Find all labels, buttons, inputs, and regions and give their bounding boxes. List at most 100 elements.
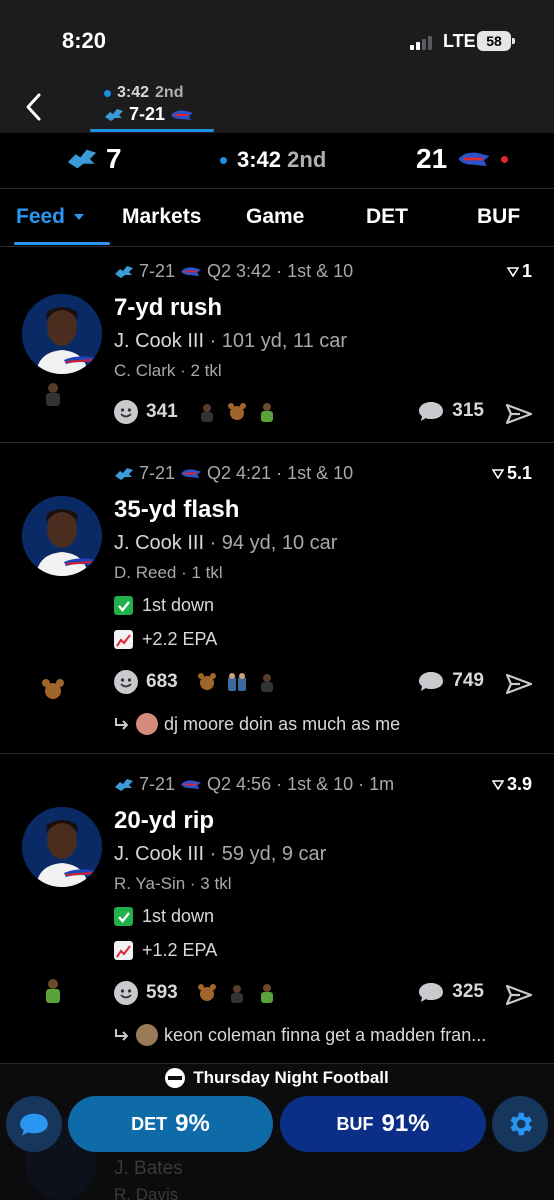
tnf-logo-icon xyxy=(165,1068,186,1088)
player-emoji-icon xyxy=(46,979,60,1003)
buf-market-pct: 91% xyxy=(381,1110,430,1137)
reaction-emoji-icon[interactable] xyxy=(256,401,278,423)
reaction-emoji-icon[interactable] xyxy=(226,671,248,693)
header-clock: 3:42 xyxy=(117,84,150,101)
check-icon xyxy=(114,907,133,926)
tab-markets[interactable]: Markets xyxy=(122,205,201,229)
reaction-emoji-icon[interactable] xyxy=(226,401,248,423)
epa-badge: +1.2 EPA xyxy=(114,940,217,961)
back-icon[interactable] xyxy=(22,92,46,122)
tab-bar: Feed Markets Game DET BUF xyxy=(0,189,554,247)
buf-market-label: BUF xyxy=(336,1113,374,1134)
header-game-clock: 3:42 2nd xyxy=(104,84,183,102)
defender-line: C. Clark · 2 tkl xyxy=(114,361,222,380)
scoreboard: 7 3:42 2nd 21 xyxy=(0,133,554,189)
top-bar: 8:20 LTE 58 3:42 2nd 7-21 xyxy=(0,0,554,133)
bills-logo-icon xyxy=(180,469,202,479)
avatar[interactable] xyxy=(22,294,102,374)
chat-button[interactable] xyxy=(6,1096,62,1152)
reaction-emoji-icon[interactable] xyxy=(196,671,218,693)
live-dot-icon xyxy=(104,89,111,97)
bills-logo-icon xyxy=(171,110,194,120)
reactions[interactable]: 683 xyxy=(114,670,278,694)
top-reply[interactable]: dj moore doin as much as me xyxy=(114,713,400,735)
share-icon[interactable] xyxy=(506,673,532,695)
away-score: 21 xyxy=(416,143,448,174)
play-delta-value: 5.1 xyxy=(506,463,532,483)
reaction-emoji-icon[interactable] xyxy=(256,671,278,693)
avatar[interactable] xyxy=(22,807,102,887)
tab-feed[interactable]: Feed xyxy=(16,205,85,229)
reply-arrow-icon xyxy=(115,718,129,730)
reaction-count: 341 xyxy=(146,401,178,422)
battery-icon: 58 xyxy=(477,31,515,51)
delta-icon xyxy=(491,468,504,479)
reaction-emoji-icon[interactable] xyxy=(196,401,218,423)
broadcast-title: Thursday Night Football xyxy=(0,1068,554,1088)
comment-icon xyxy=(419,983,444,1002)
smile-icon xyxy=(114,670,138,694)
lions-logo-icon xyxy=(115,467,133,480)
play-meta: 7-21 Q2 4:21 · 1st & 10 xyxy=(114,463,353,484)
play-score: 7-21 xyxy=(139,463,176,483)
badge-label: 1st down xyxy=(142,595,215,615)
reaction-count: 593 xyxy=(146,982,178,1003)
reply-avatar xyxy=(136,713,158,735)
play-meta: 7-21 Q2 3:42 · 1st & 10 xyxy=(114,261,353,282)
play-delta-value: 3.9 xyxy=(506,774,532,794)
feed-card[interactable]: 7-21 Q2 3:42 · 1st & 10 1 7-yd rush J. C… xyxy=(0,248,554,443)
share-icon[interactable] xyxy=(506,984,532,1006)
play-delta: 3.9 xyxy=(491,774,532,795)
comments[interactable]: 315 xyxy=(418,400,484,422)
away-team-score: 21 xyxy=(416,143,509,175)
tab-det[interactable]: DET xyxy=(366,205,408,229)
avatar[interactable] xyxy=(22,496,102,576)
comments[interactable]: 325 xyxy=(418,981,484,1003)
broadcast-title-text: Thursday Night Football xyxy=(193,1068,389,1087)
player-name[interactable]: J. Cook III xyxy=(114,843,204,865)
reaction-emoji-icon[interactable] xyxy=(226,982,248,1004)
bills-logo-icon xyxy=(180,780,202,790)
lions-logo-icon xyxy=(67,149,97,169)
play-score: 7-21 xyxy=(139,261,176,281)
comment-icon xyxy=(419,672,444,691)
header-score-text: 7-21 xyxy=(129,104,166,124)
comments[interactable]: 749 xyxy=(418,670,484,692)
play-meta: 7-21 Q2 4:56 · 1st & 10 · 1m xyxy=(114,774,394,795)
player-stats: · 101 yd, 11 car xyxy=(209,330,348,352)
feed-card[interactable]: 7-21 Q2 4:56 · 1st & 10 · 1m 3.9 20-yd r… xyxy=(0,755,554,1064)
reactions[interactable]: 341 xyxy=(114,400,278,424)
tab-buf[interactable]: BUF xyxy=(477,205,520,229)
tab-game[interactable]: Game xyxy=(246,205,304,229)
feed-card[interactable]: 7-21 Q2 4:21 · 1st & 10 5.1 35-yd flash … xyxy=(0,444,554,754)
play-title: 35-yd flash xyxy=(114,496,240,523)
clock-quarter: 2nd xyxy=(287,147,327,172)
player-line: J. Cook III · 94 yd, 10 car xyxy=(114,532,337,555)
status-time: 8:20 xyxy=(62,28,107,53)
player-stats: · 94 yd, 10 car xyxy=(209,532,338,554)
defender-line: R. Ya-Sin · 3 tkl xyxy=(114,874,232,893)
play-situation: Q2 3:42 · 1st & 10 xyxy=(207,261,354,281)
buf-market-button[interactable]: BUF 91% xyxy=(280,1096,486,1152)
chevron-down-icon xyxy=(74,214,85,220)
reaction-emoji-icon[interactable] xyxy=(196,982,218,1004)
tab-feed-label: Feed xyxy=(16,205,66,228)
trend-up-icon xyxy=(114,941,133,960)
player-name[interactable]: J. Cook III xyxy=(114,330,204,352)
top-reply[interactable]: keon coleman finna get a madden fran... xyxy=(114,1024,486,1046)
player-line: J. Cook III · 101 yd, 11 car xyxy=(114,330,347,353)
share-icon[interactable] xyxy=(506,403,532,425)
header-score[interactable]: 7-21 xyxy=(104,104,194,125)
home-score: 7 xyxy=(106,143,122,174)
det-market-button[interactable]: DET 9% xyxy=(68,1096,273,1152)
player-name[interactable]: J. Cook III xyxy=(114,532,204,554)
reaction-emoji-icon[interactable] xyxy=(256,982,278,1004)
player-emoji-icon xyxy=(42,679,64,699)
defender-line: D. Reed · 1 tkl xyxy=(114,563,223,582)
game-clock: 3:42 2nd xyxy=(220,147,326,173)
play-title: 20-yd rip xyxy=(114,807,215,834)
reactions[interactable]: 593 xyxy=(114,981,278,1005)
settings-button[interactable] xyxy=(492,1096,548,1152)
home-team-score: 7 xyxy=(66,143,122,175)
bills-logo-icon xyxy=(180,267,202,277)
